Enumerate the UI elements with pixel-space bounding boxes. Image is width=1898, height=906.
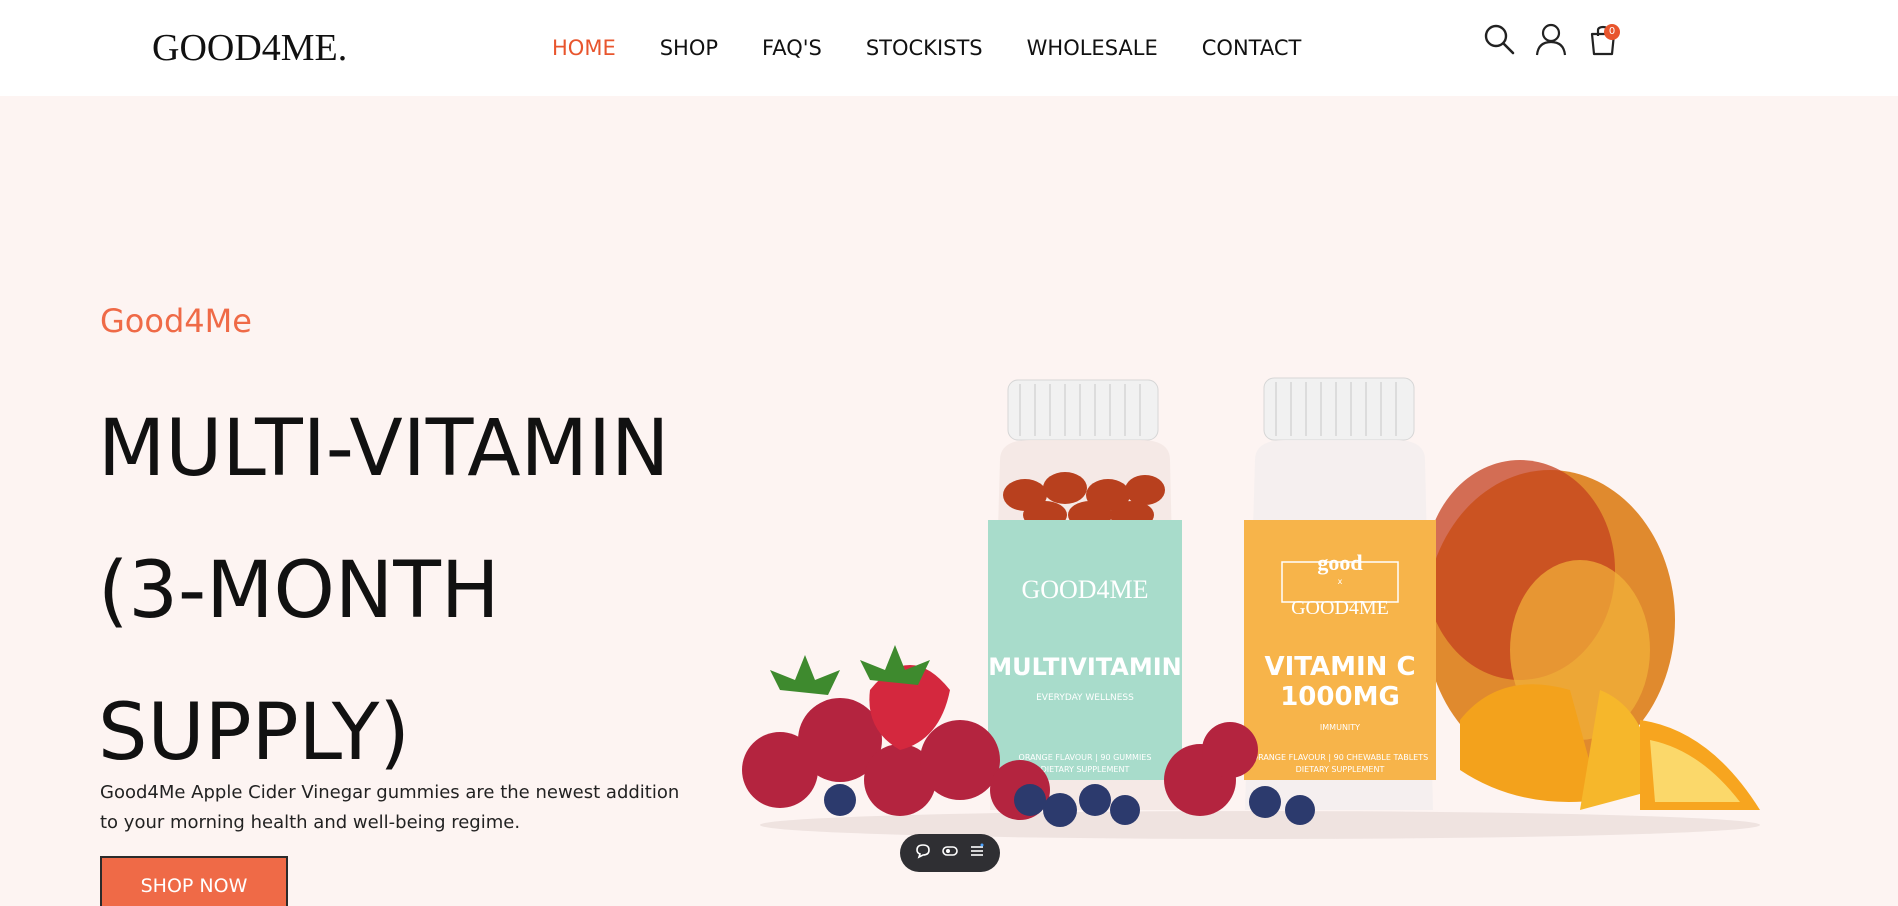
- cart-icon[interactable]: 0: [1586, 22, 1620, 56]
- svg-text:ORANGE FLAVOUR | 90 GUMMIES: ORANGE FLAVOUR | 90 GUMMIES: [1019, 753, 1152, 762]
- hero-title-line: MULTI-VITAMIN: [98, 404, 670, 494]
- site-logo[interactable]: GOOD4ME.: [152, 26, 347, 70]
- search-icon[interactable]: [1482, 22, 1516, 56]
- svg-text:VITAMIN C: VITAMIN C: [1264, 652, 1415, 682]
- shop-now-button[interactable]: SHOP NOW: [100, 856, 288, 906]
- svg-text:x: x: [1338, 577, 1343, 586]
- svg-text:EVERYDAY WELLNESS: EVERYDAY WELLNESS: [1036, 693, 1134, 703]
- cart-count-badge: 0: [1604, 24, 1620, 40]
- svg-text:IMMUNITY: IMMUNITY: [1320, 723, 1360, 732]
- hero-brand: Good4Me: [100, 302, 252, 340]
- nav-home[interactable]: HOME: [552, 34, 616, 62]
- product-hero-image: GOOD4ME MULTIVITAMIN EVERYDAY WELLNESS O…: [742, 377, 1760, 839]
- nav-contact[interactable]: CONTACT: [1202, 34, 1302, 62]
- hero-title-line: (3-MONTH: [98, 546, 500, 636]
- hero-title: MULTI-VITAMIN (3-MONTH SUPPLY): [98, 378, 738, 804]
- svg-text:ORANGE FLAVOUR | 90 CHEWABLE T: ORANGE FLAVOUR | 90 CHEWABLE TABLETS: [1252, 753, 1428, 762]
- nav-faqs[interactable]: FAQ'S: [762, 34, 822, 62]
- svg-text:GOOD4ME: GOOD4ME: [1291, 597, 1389, 619]
- comment-icon[interactable]: [915, 843, 931, 863]
- user-icon[interactable]: [1534, 22, 1568, 56]
- hero-description: Good4Me Apple Cider Vinegar gummies are …: [100, 782, 680, 833]
- nav-wholesale[interactable]: WHOLESALE: [1027, 34, 1158, 62]
- svg-text:DIETARY SUPPLEMENT: DIETARY SUPPLEMENT: [1296, 765, 1385, 774]
- svg-text:GOOD4ME: GOOD4ME: [1021, 575, 1148, 604]
- header-icons: 0: [1482, 22, 1638, 56]
- svg-text:MULTIVITAMIN: MULTIVITAMIN: [988, 653, 1181, 681]
- nav-shop[interactable]: SHOP: [660, 34, 718, 62]
- site-header: GOOD4ME. HOME SHOP FAQ'S STOCKISTS WHOLE…: [0, 0, 1898, 96]
- svg-text:DIETARY SUPPLEMENT: DIETARY SUPPLEMENT: [1041, 765, 1130, 774]
- main-nav: HOME SHOP FAQ'S STOCKISTS WHOLESALE CONT…: [552, 34, 1345, 62]
- toggle-icon[interactable]: [942, 843, 958, 863]
- floating-toolbar: [900, 834, 1000, 872]
- nav-stockists[interactable]: STOCKISTS: [866, 34, 983, 62]
- menu-icon[interactable]: [969, 843, 985, 863]
- svg-text:1000MG: 1000MG: [1280, 682, 1400, 712]
